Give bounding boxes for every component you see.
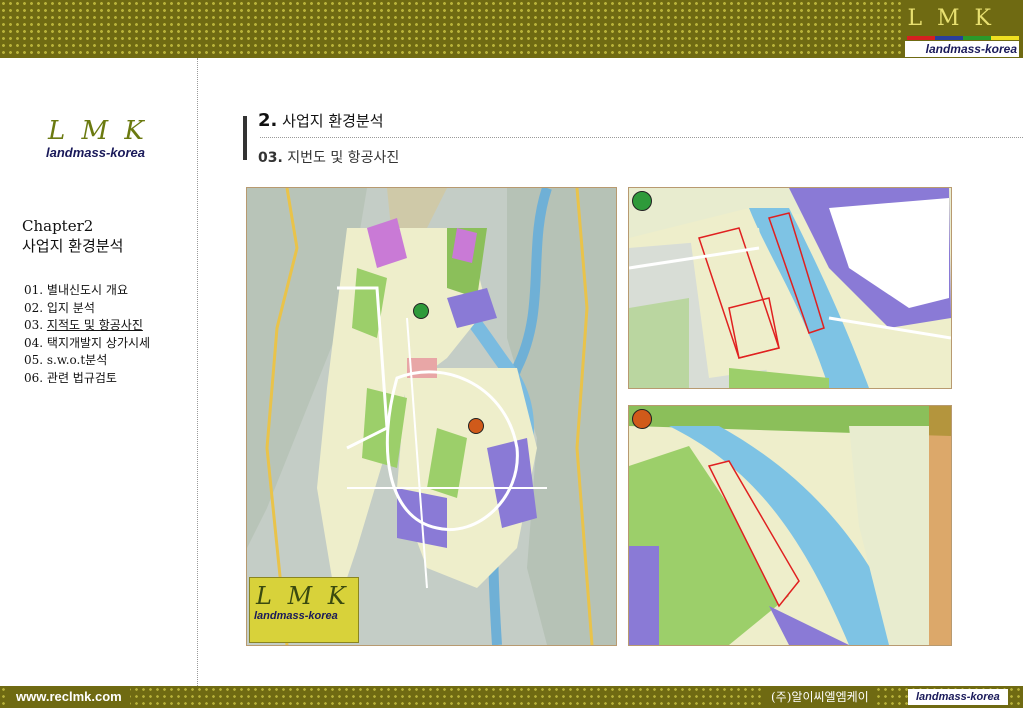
- menu-item-location[interactable]: 02. 입지 분석: [24, 300, 150, 318]
- menu-item-swot[interactable]: 05. s.w.o.t분석: [24, 352, 150, 370]
- sidebar-divider: [197, 58, 198, 686]
- menu-item-overview[interactable]: 01. 별내신도시 개요: [24, 282, 150, 300]
- orange-detail-pin: [632, 409, 652, 429]
- menu-item-cadastral-prefix: 03.: [24, 318, 47, 332]
- chapter-heading: Chapter2 사업지 환경분석: [22, 216, 123, 256]
- menu-item-prices[interactable]: 04. 택지개발지 상가시세: [24, 335, 150, 353]
- sidebar-logo-text: L M K: [48, 116, 148, 146]
- footer-company-sub: landmass-korea: [908, 689, 1008, 705]
- header-logo-text: L M K: [907, 6, 995, 31]
- detail-map-north: [628, 187, 952, 389]
- sidebar-logo-sub: landmass-korea: [46, 145, 145, 160]
- sidebar-logo: L M K landmass-korea: [40, 116, 180, 160]
- page-title: 2. 사업지 환경분석: [258, 110, 384, 131]
- menu-item-cadastral[interactable]: 03. 지적도 및 항공사진: [24, 317, 150, 335]
- green-detail-pin: [632, 191, 652, 211]
- footer-company-name: (주)알이씨엘엠케이: [765, 688, 875, 706]
- chapter-label: Chapter2: [22, 217, 94, 235]
- footer-color-strip: [252, 690, 328, 694]
- header-logo-sub: landmass-korea: [905, 41, 1019, 57]
- map-logo-sub: landmass-korea: [254, 610, 338, 622]
- header-logo[interactable]: L M K landmass-korea: [903, 0, 1023, 58]
- map-logo-text: L M K: [256, 582, 350, 610]
- page-subtitle-text: 지번도 및 항공사진: [287, 150, 400, 166]
- orange-location-pin: [468, 418, 484, 434]
- page-title-number: 2.: [258, 110, 278, 131]
- header-bar: L M K landmass-korea: [0, 0, 1023, 58]
- map-watermark-logo: L M K landmass-korea: [249, 577, 359, 643]
- footer-url-link[interactable]: www.reclmk.com: [8, 688, 130, 706]
- chapter-menu: 01. 별내신도시 개요 02. 입지 분석 03. 지적도 및 항공사진 04…: [24, 282, 150, 387]
- footer-bar: www.reclmk.com (주)알이씨엘엠케이 landmass-korea: [0, 686, 1023, 708]
- header-color-strip: [907, 36, 1019, 40]
- title-accent-bar: [243, 116, 247, 160]
- page-subtitle-number: 03.: [258, 150, 283, 166]
- page-subtitle: 03. 지번도 및 항공사진: [258, 147, 399, 167]
- detail-map-south-drawing: [629, 406, 951, 645]
- menu-item-regulations[interactable]: 06. 관련 법규검토: [24, 370, 150, 388]
- title-divider: [260, 137, 1023, 138]
- green-location-pin: [413, 303, 429, 319]
- overview-map: L M K landmass-korea: [246, 187, 617, 646]
- detail-map-south: [628, 405, 952, 646]
- menu-item-cadastral-text: 지적도 및 항공사진: [46, 318, 143, 332]
- page-title-text: 사업지 환경분석: [282, 112, 384, 130]
- detail-map-north-drawing: [629, 188, 951, 388]
- chapter-title: 사업지 환경분석: [22, 237, 124, 255]
